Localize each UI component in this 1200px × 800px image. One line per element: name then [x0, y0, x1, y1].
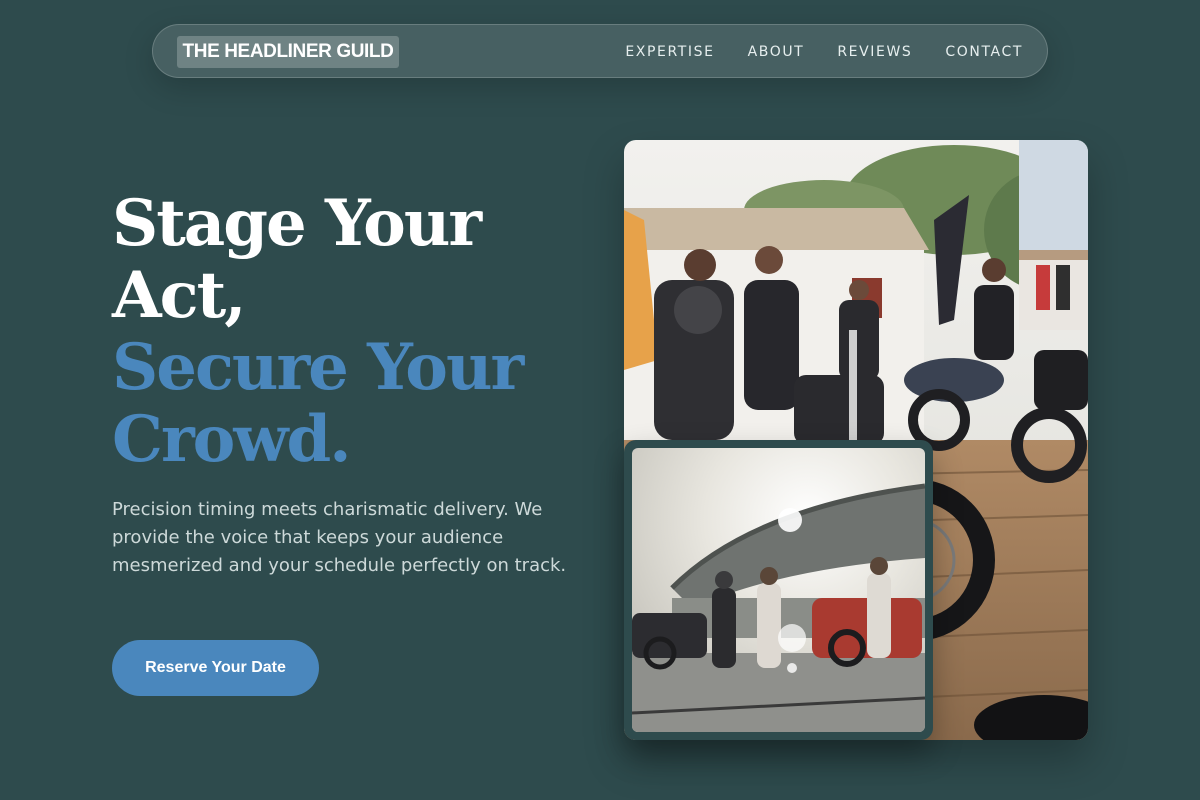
nav-link-contact[interactable]: CONTACT [945, 44, 1023, 60]
headline-line-2: Secure Your Crowd. [112, 330, 524, 477]
nav-link-about[interactable]: ABOUT [748, 44, 805, 60]
brand-logo[interactable]: THE HEADLINER GUILD [177, 36, 399, 68]
stadium-motorcycles-photo [632, 448, 925, 732]
nav-links: EXPERTISE ABOUT REVIEWS CONTACT [625, 25, 1023, 79]
top-navigation: THE HEADLINER GUILD EXPERTISE ABOUT REVI… [152, 24, 1048, 78]
hero-description: Precision timing meets charismatic deliv… [112, 499, 567, 576]
headline-line-1: Stage Your Act, [112, 186, 482, 333]
reserve-date-button[interactable]: Reserve Your Date [112, 640, 319, 696]
inset-photo-frame [624, 440, 933, 740]
nav-link-reviews[interactable]: REVIEWS [837, 44, 912, 60]
inset-photo [632, 448, 925, 732]
hero-headline: Stage Your Act, Secure Your Crowd. [112, 188, 582, 476]
nav-link-expertise[interactable]: EXPERTISE [625, 44, 714, 60]
